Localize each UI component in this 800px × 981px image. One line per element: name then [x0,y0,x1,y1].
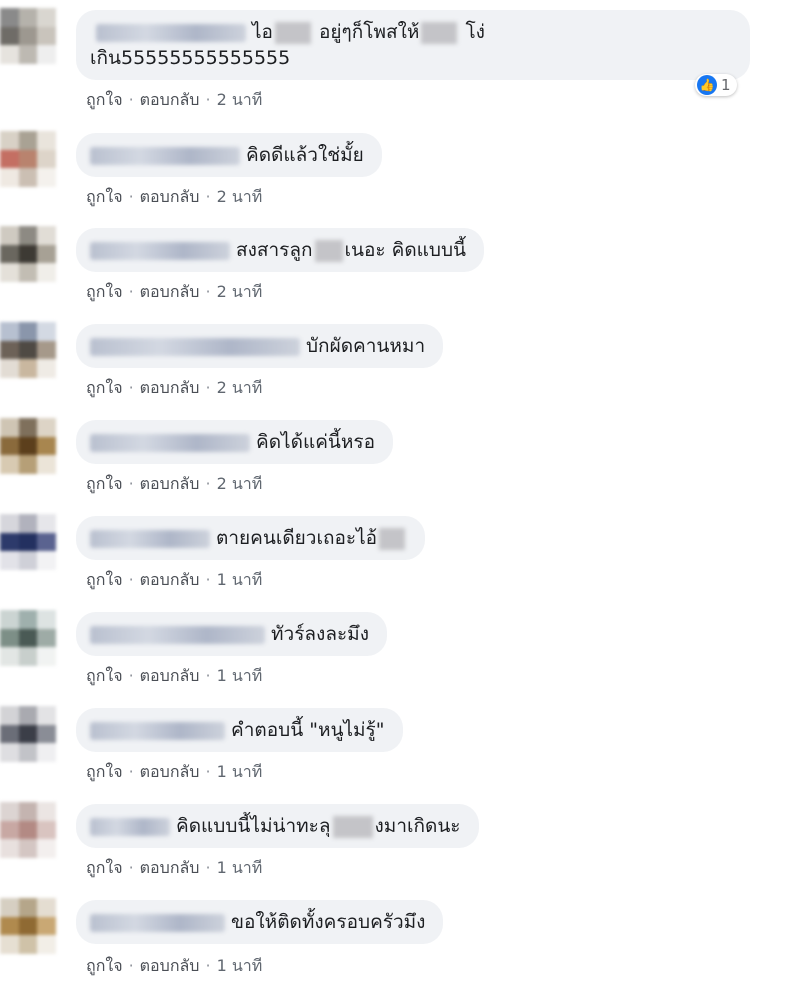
comment-actions: ถูกใจ · ตอบกลับ · 1 นาที [86,858,263,877]
like-link[interactable]: ถูกใจ [86,378,123,397]
comment-bubble: คิดแบบนี้ไม่น่าทะลุ งมาเกิดนะ [76,804,479,848]
reply-link[interactable]: ตอบกลับ [140,956,200,975]
reaction-count: 1 [721,76,731,94]
comment-bubble: ตายคนเดียวเถอะไอ้ [76,516,426,560]
timestamp[interactable]: 1 นาที [217,956,263,975]
avatar[interactable] [0,322,56,378]
comment-text: บักผัดคานหมา [306,335,426,357]
avatar[interactable] [0,898,56,954]
avatar[interactable] [0,802,56,858]
blurred-text [274,21,311,44]
timestamp[interactable]: 2 นาที [217,378,263,397]
blurred-text [314,239,343,262]
comment-bubble: สงสารลูก เนอะ คิดแบบนี้ [76,228,485,272]
avatar[interactable] [0,8,56,64]
like-link[interactable]: ถูกใจ [86,666,123,685]
comment-bubble: ไอ อยู่ๆก็โพสให้ โง่ เกิน55555555555555 [76,10,750,80]
avatar[interactable] [0,131,56,187]
comment-bubble: คิดได้แค่นี้หรอ [76,420,394,464]
comment-text: เกิน55555555555555 [90,47,291,69]
reply-link[interactable]: ตอบกลับ [140,378,200,397]
blurred-author-name[interactable] [90,913,225,932]
blurred-author-name[interactable] [90,337,300,356]
comment-text: อยู่ๆก็โพสให้ [319,21,420,43]
avatar[interactable] [0,610,56,666]
blurred-author-name[interactable] [90,146,240,165]
like-link[interactable]: ถูกใจ [86,474,123,493]
comment-text: คิดดีแล้วใช่มั้ย [246,144,364,166]
reply-link[interactable]: ตอบกลับ [140,762,200,781]
timestamp[interactable]: 1 นาที [217,762,263,781]
comment-actions: ถูกใจ · ตอบกลับ · 1 นาที [86,956,263,975]
comment-text: งมาเกิดนะ [374,815,461,837]
reaction-badge[interactable]: 👍 1 [695,74,737,96]
comment-text: เนอะ คิดแบบนี้ [344,239,467,261]
blurred-author-name[interactable] [90,529,210,548]
blurred-author-name[interactable] [90,241,230,260]
reply-link[interactable]: ตอบกลับ [140,570,200,589]
avatar[interactable] [0,226,56,282]
like-link[interactable]: ถูกใจ [86,858,123,877]
blurred-author-name[interactable] [90,625,265,644]
comment-text: ทัวร์ลงละมึง [271,623,369,645]
avatar[interactable] [0,418,56,474]
timestamp[interactable]: 2 นาที [217,187,263,206]
comment-actions: ถูกใจ · ตอบกลับ · 1 นาที [86,666,263,685]
comment-text: ขอให้ติดทั้งครอบครัวมึง [231,911,426,933]
comment-text: ไอ [252,21,273,43]
comment-text: โง่ [465,21,485,43]
comment-text: คิดได้แค่นี้หรอ [256,431,376,453]
comment-bubble: คิดดีแล้วใช่มั้ย [76,133,382,177]
comment-bubble: ทัวร์ลงละมึง [76,612,387,656]
reply-link[interactable]: ตอบกลับ [140,282,200,301]
blurred-text [379,527,406,550]
like-link[interactable]: ถูกใจ [86,956,123,975]
thumbs-up-icon: 👍 [697,75,717,95]
blurred-author-name[interactable] [96,23,246,42]
comment-text: คำตอบนี้ "หนูไม่รู้" [231,719,385,741]
blurred-text [332,815,373,838]
comment-bubble: ขอให้ติดทั้งครอบครัวมึง [76,900,444,944]
comment-actions: ถูกใจ · ตอบกลับ · 1 นาที [86,570,263,589]
avatar[interactable] [0,514,56,570]
timestamp[interactable]: 1 นาที [217,666,263,685]
comment-actions: ถูกใจ · ตอบกลับ · 2 นาที [86,282,263,301]
comment-actions: ถูกใจ · ตอบกลับ · 2 นาที [86,187,263,206]
like-link[interactable]: ถูกใจ [86,90,123,109]
blurred-author-name[interactable] [90,817,170,836]
comment-text: คิดแบบนี้ไม่น่าทะลุ [176,815,331,837]
comment-actions: ถูกใจ · ตอบกลับ · 2 นาที [86,474,263,493]
timestamp[interactable]: 2 นาที [217,282,263,301]
like-link[interactable]: ถูกใจ [86,570,123,589]
comment-text: ตายคนเดียวเถอะไอ้ [216,527,378,549]
like-link[interactable]: ถูกใจ [86,762,123,781]
like-link[interactable]: ถูกใจ [86,282,123,301]
timestamp[interactable]: 2 นาที [217,90,263,109]
reply-link[interactable]: ตอบกลับ [140,90,200,109]
blurred-author-name[interactable] [90,433,250,452]
comment-actions: ถูกใจ · ตอบกลับ · 2 นาที [86,378,263,397]
reply-link[interactable]: ตอบกลับ [140,858,200,877]
comment-bubble: บักผัดคานหมา [76,324,444,368]
comment-actions: ถูกใจ · ตอบกลับ · 2 นาที [86,90,263,109]
comment-bubble: คำตอบนี้ "หนูไม่รู้" [76,708,403,752]
blurred-author-name[interactable] [90,721,225,740]
timestamp[interactable]: 1 นาที [217,858,263,877]
comment-text: สงสารลูก [236,239,313,261]
timestamp[interactable]: 1 นาที [217,570,263,589]
comment-actions: ถูกใจ · ตอบกลับ · 1 นาที [86,762,263,781]
avatar[interactable] [0,706,56,762]
reply-link[interactable]: ตอบกลับ [140,187,200,206]
like-link[interactable]: ถูกใจ [86,187,123,206]
timestamp[interactable]: 2 นาที [217,474,263,493]
reply-link[interactable]: ตอบกลับ [140,666,200,685]
reply-link[interactable]: ตอบกลับ [140,474,200,493]
blurred-text [421,21,458,44]
